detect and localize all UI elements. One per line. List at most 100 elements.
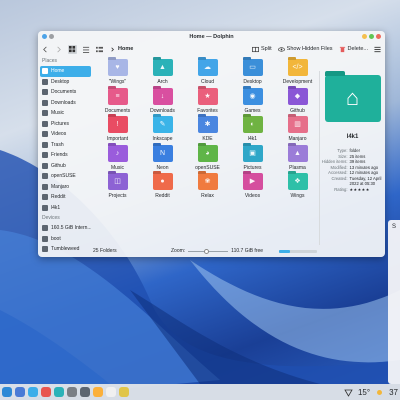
sidebar-item-documents[interactable]: Documents (40, 87, 91, 98)
folder-item[interactable]: ● Reddit (140, 173, 185, 202)
icons-view-button[interactable] (68, 44, 77, 54)
folder-item[interactable]: ! Important (95, 116, 140, 145)
folder-item[interactable]: ★ Favorites (185, 87, 230, 117)
taskbar-app-icon[interactable] (93, 387, 103, 397)
split-view-icon (252, 46, 259, 52)
sidebar-item-downloads[interactable]: Downloads (40, 98, 91, 109)
breadcrumb[interactable]: Home (109, 46, 133, 53)
taskbar-app-icon[interactable] (15, 387, 25, 397)
sidebar-item-opensuse[interactable]: openSUSE (40, 171, 91, 182)
taskbar-app-icon[interactable] (41, 387, 51, 397)
taskbar-app-icon[interactable] (119, 387, 129, 397)
folder-emblem-icon: ☁ (204, 64, 211, 71)
breadcrumb-home[interactable]: Home (118, 46, 133, 52)
weather-temperature[interactable]: 15° (358, 388, 370, 397)
taskbar-app-icon[interactable] (2, 387, 12, 397)
delete-button[interactable]: Delete... (339, 46, 368, 53)
folder-item[interactable]: ◆ Github (275, 87, 320, 117)
keep-above-icon[interactable] (49, 34, 54, 39)
folder-label: Videos (244, 193, 261, 199)
folder-item[interactable]: ❖ Wings (275, 173, 320, 202)
device-item-tumbleweed[interactable]: Tumbleweed (40, 244, 91, 255)
folder-label: Important (106, 136, 129, 142)
device-item-boot[interactable]: boot (40, 234, 91, 245)
weather-icon[interactable] (375, 388, 384, 397)
folder-emblem-icon: ◆ (294, 92, 301, 100)
folder-item[interactable]: ▥ Manjaro (275, 116, 320, 145)
folder-item[interactable]: ▭ Desktop (230, 59, 275, 88)
folder-emblem-icon: </> (292, 64, 303, 71)
close-button[interactable] (376, 34, 381, 39)
sidebar-item-manjaro[interactable]: Manjaro (40, 182, 91, 193)
side-widget[interactable]: S (388, 220, 400, 384)
folder-item[interactable]: ◐ l4k1 (230, 116, 275, 145)
folder-item[interactable]: </> Development (275, 59, 320, 88)
file-view[interactable]: ♥ "Wings" ▲ Arch ☁ Cloud ▭ Desktop </> Developmen… (93, 56, 316, 257)
split-button[interactable]: Split (252, 46, 272, 53)
forward-button[interactable] (55, 46, 62, 53)
taskbar-app-icon[interactable] (67, 387, 77, 397)
folder-label: openSUSE (195, 164, 220, 171)
folder-item[interactable]: ↓ Downloads (140, 87, 185, 117)
folder-item[interactable]: ☁ Cloud (185, 59, 230, 88)
app-menu-icon[interactable] (42, 34, 47, 39)
sidebar-item-l4k1[interactable]: l4k1 (40, 203, 91, 214)
clock[interactable]: 37 (389, 388, 398, 397)
hamburger-menu-button[interactable] (374, 46, 381, 53)
folder-item[interactable]: ≡ Documents (95, 87, 140, 117)
details-view-button[interactable] (96, 46, 103, 53)
preview-folder-icon: ⌂ (324, 71, 381, 122)
folder-item[interactable]: ▣ Pictures (230, 144, 275, 174)
back-button[interactable] (42, 46, 49, 53)
folder-label: Github (290, 107, 305, 114)
sidebar-item-label: Trash (51, 141, 64, 148)
folder-item[interactable]: ✎ Inkscape (140, 116, 185, 145)
sidebar-item-label: Tumbleweed (51, 246, 80, 253)
toolbar: Home Split Show Hidden Files Delete... (38, 42, 385, 56)
rating-stars[interactable]: ★★★★★ (350, 187, 385, 193)
folder-item[interactable]: ♪ Music (95, 144, 140, 174)
sidebar-item-label: Documents (51, 89, 77, 96)
folder-item[interactable]: ▲ Arch (140, 59, 185, 88)
sidebar-item-github[interactable]: Github (40, 161, 91, 172)
maximize-button[interactable] (369, 34, 374, 39)
folder-icon: ♥ (107, 59, 128, 76)
folder-label: Neon (156, 164, 169, 171)
sidebar-item-friends[interactable]: Friends (40, 150, 91, 161)
sidebar-item-music[interactable]: Music (40, 108, 91, 119)
device-item-160-5-gib-intern[interactable]: 160.5 GiB Intern... (40, 223, 91, 234)
folder-item[interactable]: ◕ openSUSE (185, 144, 230, 174)
zoom-slider[interactable] (188, 248, 229, 254)
folder-item[interactable]: N Neon (140, 144, 185, 174)
sidebar-item-reddit[interactable]: Reddit (40, 192, 91, 203)
sidebar-item-videos[interactable]: Videos (40, 129, 91, 140)
folder-item[interactable]: ♥ "Wings" (95, 59, 140, 88)
taskbar-app-icon[interactable] (54, 387, 64, 397)
sidebar-item-label: boot (51, 235, 61, 242)
folder-item[interactable]: ✱ KDE (185, 116, 230, 145)
sidebar-item-desktop[interactable]: Desktop (40, 77, 91, 88)
network-icon[interactable] (344, 388, 353, 397)
delete-label: Delete... (347, 46, 368, 52)
sidebar-item-pictures[interactable]: Pictures (40, 119, 91, 130)
folder-item[interactable]: ◉ Games (230, 87, 275, 117)
folder-label: Wings (290, 193, 305, 199)
folder-item[interactable]: ❀ Relax (185, 173, 230, 202)
taskbar-app-icon[interactable] (106, 387, 116, 397)
folder-icon: ◫ (107, 173, 128, 190)
taskbar-app-icon[interactable] (80, 387, 90, 397)
taskbar-app-icon[interactable] (28, 387, 38, 397)
minimize-button[interactable] (362, 34, 367, 39)
show-hidden-button[interactable]: Show Hidden Files (277, 46, 333, 53)
zoom-slider-handle[interactable] (203, 248, 209, 254)
compact-view-button[interactable] (83, 46, 90, 53)
sidebar-item-trash[interactable]: Trash (40, 140, 91, 151)
sidebar-item-home[interactable]: Home (40, 66, 91, 77)
folder-item[interactable]: ◫ Projects (95, 173, 140, 202)
title-bar[interactable]: Home — Dolphin (38, 31, 385, 42)
folder-label: Development (282, 79, 313, 85)
folder-item[interactable]: ▶ Videos (230, 173, 275, 202)
folder-label: Relax (201, 193, 214, 199)
folder-item[interactable]: ▲ Plasma (275, 144, 320, 174)
system-tray: 15° 37 (344, 384, 400, 400)
